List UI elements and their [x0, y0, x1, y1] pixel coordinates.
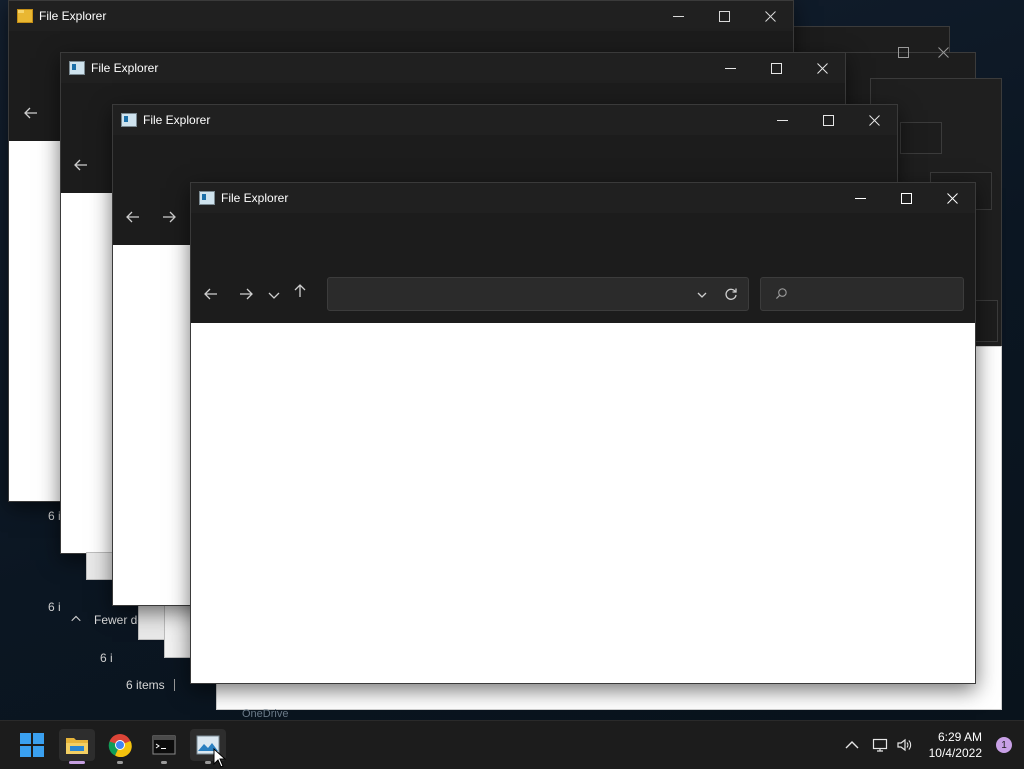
fewer-details-link[interactable]: Fewer de [94, 613, 144, 627]
clock-time: 6:29 AM [937, 730, 982, 744]
refresh-icon[interactable] [724, 287, 738, 301]
desktop: OneDrive File Explorer 6 i File Explorer… [0, 0, 1024, 720]
ghost-window-sliver [138, 604, 166, 640]
app-icon [199, 191, 215, 205]
app-icon [69, 61, 85, 75]
system-clock[interactable]: 6:29 AM 10/4/2022 [929, 729, 982, 761]
back-arrow-icon[interactable] [201, 284, 221, 304]
close-button[interactable] [851, 105, 897, 135]
status-separator [174, 679, 175, 691]
volume-icon[interactable] [894, 735, 914, 755]
recent-locations-chevron-icon[interactable] [267, 285, 281, 305]
window-content [191, 323, 975, 683]
running-indicator [205, 761, 211, 764]
show-hidden-icons-chevron-icon[interactable] [842, 735, 862, 755]
ghost-window-sliver [86, 552, 114, 580]
file-explorer-window-front[interactable]: File Explorer [190, 182, 976, 684]
window-title: File Explorer [143, 113, 211, 127]
chevron-up-icon[interactable] [70, 612, 84, 626]
forward-arrow-icon[interactable] [236, 284, 256, 304]
ghost-onedrive-label: OneDrive [242, 708, 289, 720]
terminal-icon [152, 735, 176, 755]
taskbar: 6:29 AM 10/4/2022 1 [0, 720, 1024, 769]
start-button[interactable] [14, 729, 50, 761]
ghost-window-sliver [164, 604, 192, 658]
mouse-cursor-icon [213, 748, 227, 768]
forward-arrow-icon[interactable] [159, 207, 179, 227]
chrome-icon [108, 734, 132, 757]
status-bar-text: 6 items [126, 678, 165, 692]
search-icon [775, 287, 789, 301]
address-bar[interactable] [327, 277, 749, 311]
ghost-window-stack [900, 122, 942, 154]
search-box[interactable] [760, 277, 964, 311]
clock-date: 10/4/2022 [928, 746, 982, 760]
close-button[interactable] [799, 53, 845, 83]
notification-badge[interactable]: 1 [996, 737, 1012, 753]
back-arrow-icon[interactable] [71, 155, 91, 175]
minimize-button[interactable] [655, 1, 701, 31]
taskbar-file-explorer[interactable] [59, 729, 95, 764]
maximize-button[interactable] [701, 1, 747, 31]
address-dropdown-chevron-icon[interactable] [696, 288, 708, 300]
running-indicator [161, 761, 167, 764]
taskbar-chrome[interactable] [102, 729, 138, 764]
minimize-button[interactable] [759, 105, 805, 135]
maximize-button[interactable] [753, 53, 799, 83]
back-arrow-icon[interactable] [123, 207, 143, 227]
window-title: File Explorer [221, 191, 289, 205]
network-icon[interactable] [870, 735, 890, 755]
windows-logo-icon [20, 733, 44, 757]
window-title: File Explorer [91, 61, 159, 75]
window-title: File Explorer [39, 9, 107, 23]
status-fragment-2: 6 i [48, 600, 61, 614]
up-arrow-icon[interactable] [290, 281, 310, 301]
maximize-button[interactable] [805, 105, 851, 135]
ghost-close-icon [920, 40, 966, 64]
app-icon [121, 113, 137, 127]
minimize-button[interactable] [707, 53, 753, 83]
status-fragment-1: 6 i [48, 509, 61, 523]
minimize-button[interactable] [837, 183, 883, 213]
running-indicator [117, 761, 123, 764]
window-ribbon [191, 213, 975, 273]
folder-icon [66, 738, 88, 754]
file-explorer-icon [17, 9, 33, 23]
window-titlebar[interactable]: File Explorer [61, 53, 845, 83]
window-titlebar[interactable]: File Explorer [191, 183, 975, 213]
status-fragment-3: 6 i [100, 651, 113, 665]
taskbar-terminal[interactable] [146, 729, 182, 764]
window-titlebar[interactable]: File Explorer [113, 105, 897, 135]
running-indicator [69, 761, 85, 764]
close-button[interactable] [929, 183, 975, 213]
back-arrow-icon[interactable] [21, 103, 41, 123]
close-button[interactable] [747, 1, 793, 31]
window-titlebar[interactable]: File Explorer [9, 1, 793, 31]
maximize-button[interactable] [883, 183, 929, 213]
